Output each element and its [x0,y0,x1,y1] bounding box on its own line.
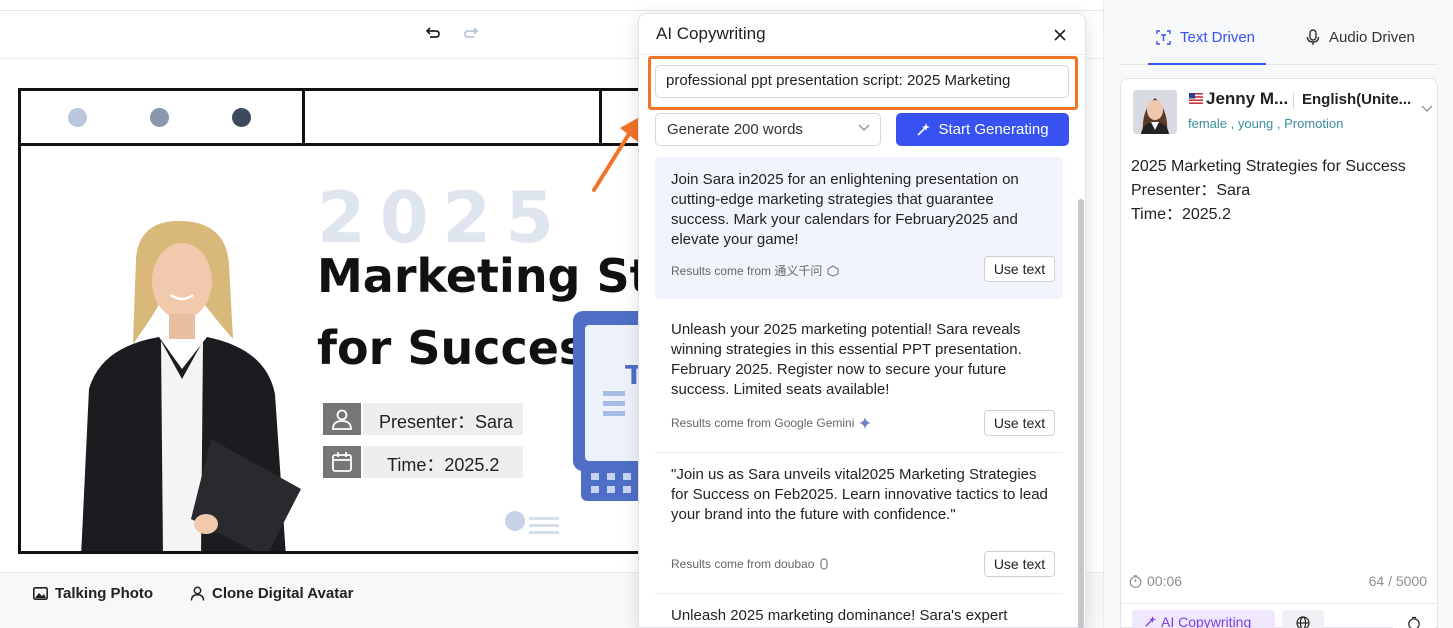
tab-audio-driven-label: Audio Driven [1329,29,1415,46]
decor-lines [529,517,559,538]
microphone-icon [1306,29,1320,45]
translate-button[interactable] [1282,610,1324,628]
timer-button[interactable] [1393,610,1435,628]
result-text: Unleash your 2025 marketing potential! S… [671,321,1022,398]
result-item: Join Sara in2025 for an enlightening pre… [655,157,1063,299]
calendar-icon [323,446,361,478]
slide-year: 2025 [317,177,568,259]
talking-photo-label: Talking Photo [55,585,154,602]
doubao-logo-icon [820,558,829,570]
chevron-down-icon[interactable] [1421,105,1433,113]
card-divider [1121,603,1437,604]
word-count-select[interactable]: Generate 200 words [655,113,881,146]
text-frame-icon [1156,30,1171,45]
decor-dot [150,108,169,127]
voice-tags: female , young , Promotion [1188,116,1344,131]
start-generating-label: Start Generating [938,121,1049,138]
ai-copywriting-label: AI Copywriting [1161,614,1252,628]
slide-header-band [21,91,655,146]
tab-audio-driven[interactable]: Audio Driven [1306,29,1415,46]
duration-readout: 00:06 [1129,573,1182,589]
voice-language[interactable]: English(Unite... [1302,91,1411,108]
clock-icon [1129,574,1142,588]
app-root: 2025 Marketing Stra for Success Presente… [0,0,1453,628]
slide-title-line1: Marketing Stra [317,249,655,303]
dialog-title: AI Copywriting [656,24,766,43]
chevron-down-icon [858,124,870,132]
prompt-input[interactable]: professional ppt presentation script: 20… [655,65,1069,98]
result-text: Join Sara in2025 for an enlightening pre… [671,171,1019,248]
result-item: Unleash your 2025 marketing potential! S… [655,307,1063,447]
char-count: 64 / 5000 [1368,573,1427,589]
result-source: Results come from Google Gemini [671,416,872,430]
ai-copywriting-dialog: AI Copywriting professional ppt presenta… [638,13,1086,628]
result-item: "Join us as Sara unveils vital2025 Marke… [655,452,1063,592]
redo-icon[interactable] [462,25,480,43]
magic-wand-icon [1145,616,1156,627]
undo-icon[interactable] [424,25,442,43]
result-source: Results come from 通义千问 [671,262,839,279]
script-line: Time：2025.2 [1131,206,1231,223]
user-icon [323,403,361,435]
script-textarea[interactable]: 2025 Marketing Strategies for Success Pr… [1131,155,1431,227]
clone-avatar-button[interactable]: Clone Digital Avatar [190,585,353,602]
clone-avatar-label: Clone Digital Avatar [212,585,354,602]
ai-copywriting-button[interactable]: AI Copywriting [1132,610,1275,628]
top-strip [0,0,1103,11]
duration-value: 00:06 [1147,573,1183,589]
tongyi-logo-icon [827,264,839,277]
use-text-button[interactable]: Use text [984,410,1055,436]
decor-dot [232,108,251,127]
dialog-divider [639,54,1085,55]
decor-circle [505,511,525,531]
header-divider [302,91,305,146]
script-editor-card: Jenny M... English(Unite... female , you… [1120,78,1438,628]
use-text-button[interactable]: Use text [984,256,1055,282]
start-generating-button[interactable]: Start Generating [896,113,1069,146]
voice-divider [1293,92,1294,109]
avatar-presenter[interactable] [61,219,301,554]
script-line: Presenter：Sara [1131,182,1251,199]
result-text: Unleash 2025 marketing dominance! Sara's… [671,607,1012,628]
voice-avatar[interactable] [1133,90,1177,134]
tab-text-driven[interactable]: Text Driven [1156,29,1255,46]
tab-text-driven-label: Text Driven [1180,29,1256,46]
result-item: Unleash 2025 marketing dominance! Sara's… [655,593,1063,628]
results-list: Join Sara in2025 for an enlightening pre… [655,157,1063,628]
close-icon[interactable] [1051,26,1069,44]
magic-wand-icon [917,122,931,136]
slide-preview[interactable]: 2025 Marketing Stra for Success Presente… [18,88,658,554]
sparkle-icon [859,417,872,429]
person-icon [190,586,205,601]
result-text: "Join us as Sara unveils vital2025 Marke… [671,466,1048,523]
decor-dot [68,108,87,127]
talking-photo-button[interactable]: Talking Photo [33,585,153,602]
voice-name[interactable]: Jenny M... [1206,89,1288,109]
us-flag-icon [1189,93,1203,104]
time-text: Time：2025.2 [387,455,500,475]
script-panel: Text Driven Audio Driven Jenny M... Engl… [1103,0,1453,628]
use-text-button[interactable]: Use text [984,551,1055,577]
image-icon [33,587,48,600]
result-source: Results come from doubao [671,557,829,571]
presenter-text: Presenter：Sara [379,412,514,432]
stopwatch-icon [1408,616,1420,628]
script-line: 2025 Marketing Strategies for Success [1131,158,1406,175]
results-scrollbar[interactable] [1078,199,1084,628]
word-count-value: Generate 200 words [667,121,803,138]
active-tab-indicator [1148,63,1266,65]
globe-icon [1296,616,1310,628]
